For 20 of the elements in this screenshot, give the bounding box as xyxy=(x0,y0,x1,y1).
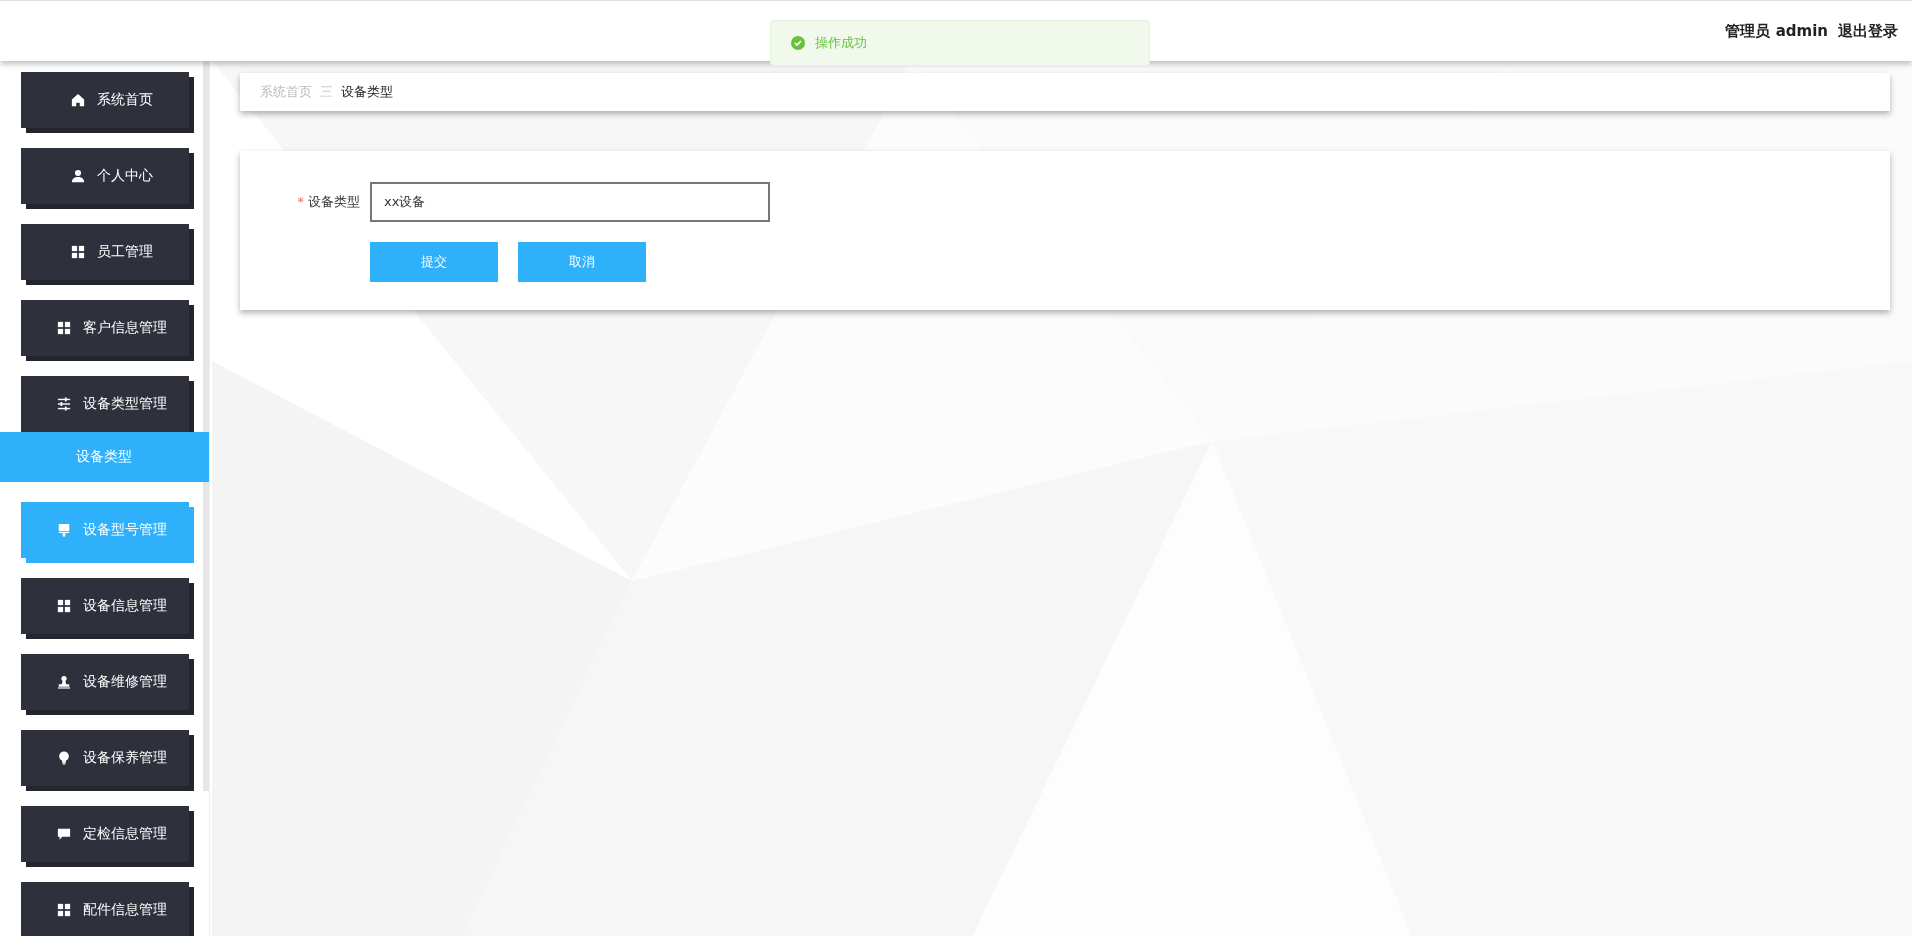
breadcrumb-link[interactable]: 设备类型 xyxy=(341,83,393,101)
stamp-icon xyxy=(57,675,71,689)
chat-icon xyxy=(57,827,71,841)
grid-icon xyxy=(71,245,85,259)
sliders-icon xyxy=(57,397,71,411)
brush-icon xyxy=(57,523,71,537)
input-field[interactable]: xx设备 xyxy=(370,182,770,222)
logout-link[interactable]: 退出登录 xyxy=(1838,21,1898,41)
user-label: 管理员 admin xyxy=(1725,21,1828,41)
grid-icon xyxy=(57,903,71,917)
required-mark: * xyxy=(297,194,304,209)
grid-icon xyxy=(57,321,71,335)
field-label: 设备类型 xyxy=(308,194,360,209)
home-icon xyxy=(71,93,85,107)
check-circle-icon xyxy=(791,36,805,50)
user-icon xyxy=(71,169,85,183)
grid-icon xyxy=(57,599,71,613)
toast-message: 操作成功 xyxy=(815,34,867,52)
scrollbar[interactable] xyxy=(203,61,209,791)
bulb-icon xyxy=(57,751,71,765)
